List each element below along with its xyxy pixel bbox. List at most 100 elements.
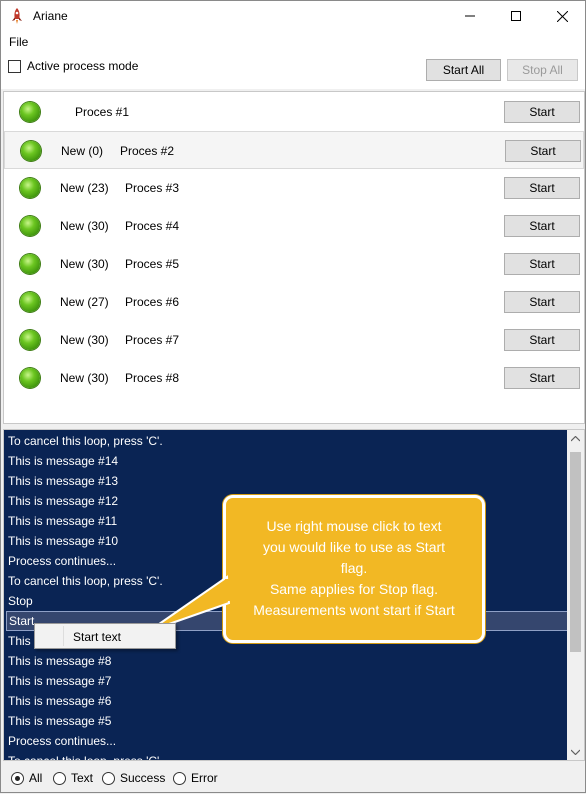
filter-label: All <box>29 771 43 785</box>
log-line[interactable]: Stop <box>8 591 33 611</box>
menu-file[interactable]: File <box>9 35 28 49</box>
status-led-icon <box>20 216 40 236</box>
filter-success[interactable]: Success <box>102 771 165 785</box>
filter-error[interactable]: Error <box>173 771 218 785</box>
process-row[interactable]: New (27) Proces #6 Start <box>4 283 584 321</box>
log-line[interactable]: This is message #12 <box>8 491 118 511</box>
window-title: Ariane <box>33 9 68 23</box>
context-menu: Start text <box>34 623 176 649</box>
active-mode-checkbox[interactable] <box>8 59 21 73</box>
process-start-button[interactable]: Start <box>504 291 580 313</box>
process-name: Proces #1 <box>75 105 130 119</box>
log-line[interactable]: This is message #6 <box>8 691 111 711</box>
log-line[interactable]: This is message #7 <box>8 671 111 691</box>
radio-button[interactable] <box>102 771 115 785</box>
process-count: New (30) <box>60 257 109 271</box>
maximize-icon <box>511 11 521 21</box>
process-start-button[interactable]: Start <box>504 367 580 389</box>
log-line[interactable]: This is message #8 <box>8 651 111 671</box>
filter-label: Error <box>191 771 218 785</box>
process-count: New (30) <box>60 371 109 385</box>
active-mode-label: Active process mode <box>27 59 139 73</box>
minimize-button[interactable] <box>447 1 493 31</box>
scroll-up-button[interactable] <box>567 430 584 447</box>
callout-text: Use right mouse click to text you would … <box>234 516 474 621</box>
process-row[interactable]: New (23) Proces #3 Start <box>4 169 584 207</box>
log-line[interactable]: Process continues... <box>8 731 116 751</box>
log-line[interactable]: This is message #5 <box>8 711 111 731</box>
process-start-button[interactable]: Start <box>504 177 580 199</box>
status-led-icon <box>20 178 40 198</box>
rocket-icon <box>12 8 22 24</box>
process-count: New (30) <box>60 219 109 233</box>
process-start-button[interactable]: Start <box>504 215 580 237</box>
callout-line: Use right mouse click to text <box>266 518 442 534</box>
status-led-icon <box>20 254 40 274</box>
process-start-button[interactable]: Start <box>504 329 580 351</box>
callout-line: flag. <box>340 560 368 576</box>
menu-bar: File <box>1 31 585 53</box>
process-row[interactable]: Proces #1 Start <box>4 93 584 131</box>
process-name: Proces #7 <box>125 333 180 347</box>
status-led-icon <box>20 368 40 388</box>
log-scrollbar[interactable] <box>567 430 584 760</box>
maximize-button[interactable] <box>493 1 539 31</box>
process-count: New (27) <box>60 295 109 309</box>
minimize-icon <box>465 15 475 17</box>
process-start-button[interactable]: Start <box>504 101 580 123</box>
log-line[interactable]: Process continues... <box>8 551 116 571</box>
process-row[interactable]: New (0) Proces #2 Start <box>4 131 584 169</box>
scroll-thumb[interactable] <box>570 452 581 652</box>
radio-button[interactable] <box>173 771 186 785</box>
status-led-icon <box>21 141 41 161</box>
process-start-button[interactable]: Start <box>505 140 581 162</box>
status-led-icon <box>20 330 40 350</box>
process-name: Proces #8 <box>125 371 180 385</box>
process-start-button[interactable]: Start <box>504 253 580 275</box>
status-led-icon <box>20 292 40 312</box>
process-row[interactable]: New (30) Proces #5 Start <box>4 245 584 283</box>
callout-line: Same applies for Stop flag. <box>269 581 439 597</box>
log-line[interactable]: To cancel this loop, press 'C'. <box>8 431 163 451</box>
start-all-button[interactable]: Start All <box>426 59 501 81</box>
log-line[interactable]: This is message #10 <box>8 531 118 551</box>
active-mode-toggle[interactable]: Active process mode <box>8 59 138 73</box>
log-line[interactable]: To cancel this loop, press 'C'. <box>8 751 163 760</box>
scroll-down-button[interactable] <box>567 743 584 760</box>
close-button[interactable] <box>539 1 585 31</box>
log-line[interactable]: This is message #14 <box>8 451 118 471</box>
process-name: Proces #5 <box>125 257 180 271</box>
log-line[interactable]: This is message #11 <box>8 511 117 531</box>
toolbar: Active process mode Start All Stop All <box>1 53 585 89</box>
filter-bar: All Text Success Error <box>1 765 585 793</box>
process-count: New (23) <box>60 181 109 195</box>
callout-line: Measurements wont start if Start <box>253 602 455 618</box>
process-row[interactable]: New (30) Proces #8 Start <box>4 359 584 397</box>
process-count: New (30) <box>60 333 109 347</box>
process-row[interactable]: New (30) Proces #7 Start <box>4 321 584 359</box>
process-list: Proces #1 Start New (0) Proces #2 Start … <box>3 91 585 424</box>
log-line[interactable]: This is message #13 <box>8 471 118 491</box>
chevron-down-icon <box>571 749 580 755</box>
filter-all[interactable]: All <box>11 771 42 785</box>
help-callout: Use right mouse click to text you would … <box>223 495 485 643</box>
log-line[interactable]: To cancel this loop, press 'C'. <box>8 571 163 591</box>
radio-button[interactable] <box>11 771 24 785</box>
process-count: New (0) <box>61 144 104 158</box>
process-name: Proces #3 <box>125 181 180 195</box>
status-led-icon <box>20 102 40 122</box>
filter-label: Text <box>71 771 94 785</box>
process-row[interactable]: New (30) Proces #4 Start <box>4 207 584 245</box>
stop-all-button[interactable]: Stop All <box>507 59 578 81</box>
process-name: Proces #6 <box>125 295 180 309</box>
radio-button[interactable] <box>53 771 66 785</box>
close-icon <box>556 10 568 22</box>
title-bar[interactable]: Ariane <box>1 1 585 31</box>
process-name: Proces #4 <box>125 219 180 233</box>
process-name: Proces #2 <box>120 144 175 158</box>
chevron-up-icon <box>571 435 580 441</box>
context-menu-start-text[interactable]: Start text <box>73 630 121 644</box>
callout-line: you would like to use as Start <box>262 539 446 555</box>
filter-label: Success <box>120 771 166 785</box>
filter-text[interactable]: Text <box>53 771 93 785</box>
